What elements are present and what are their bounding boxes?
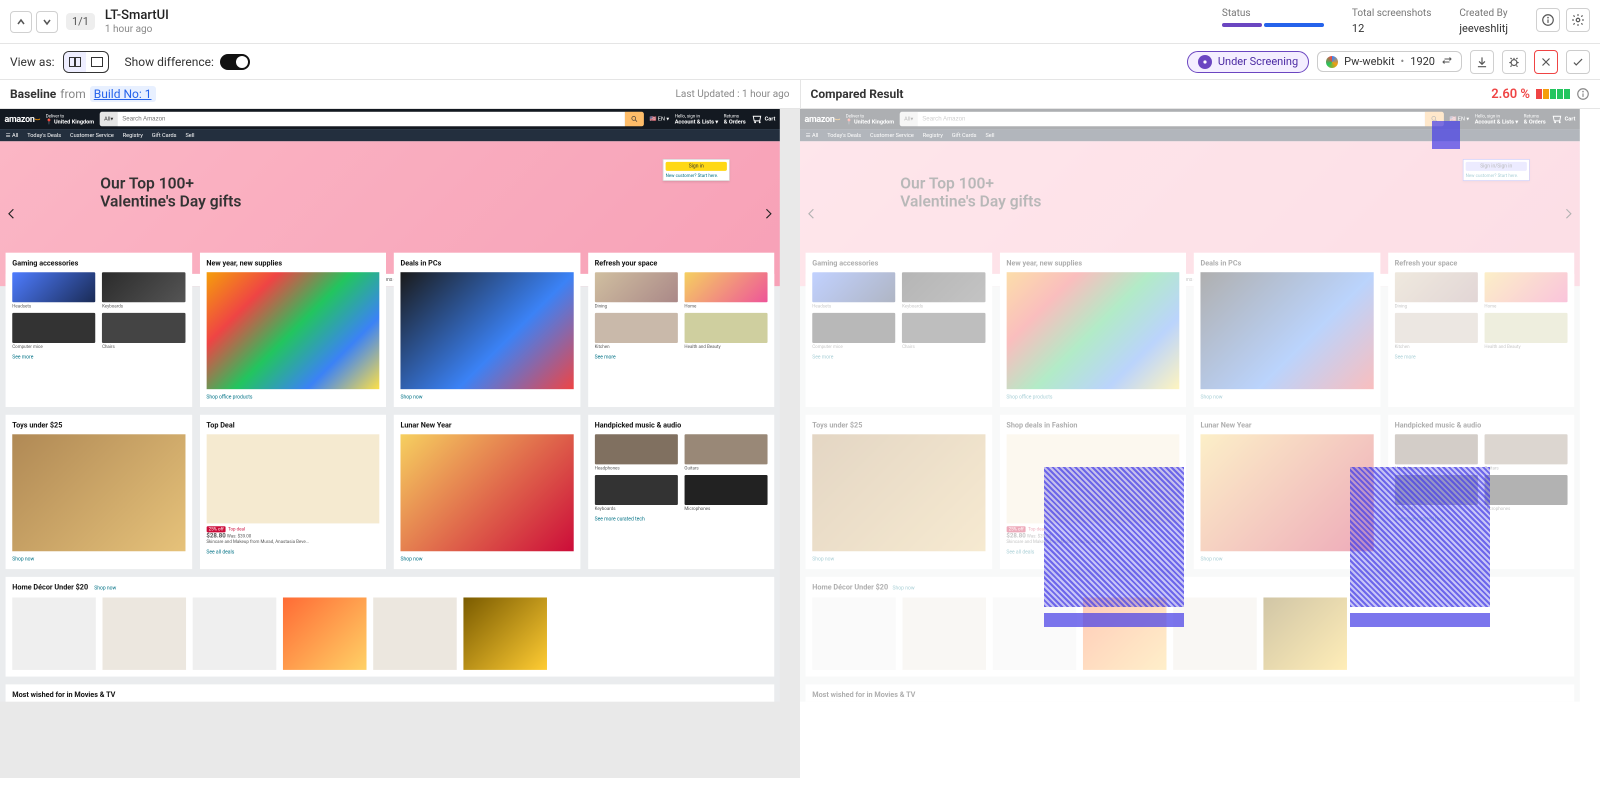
- card-lunar: Lunar New Year Shop now: [394, 415, 580, 569]
- next-build-button[interactable]: [36, 11, 58, 33]
- amz-topnav: amazon⌣ Deliver to 📍 United Kingdom All …: [0, 109, 780, 129]
- created-by-value: jeeveshlitj: [1459, 22, 1508, 35]
- build-counter: 1/1: [66, 13, 95, 30]
- row-movies: Most wished for in Movies & TV: [6, 684, 775, 701]
- card-supplies: New year, new supplies Shop office produ…: [200, 253, 386, 407]
- screenshots-value: 12: [1352, 22, 1431, 35]
- status-progress: [1222, 23, 1324, 27]
- screening-status-text: Under Screening: [1218, 55, 1298, 68]
- popover-new-customer[interactable]: New customer? Start here.: [666, 173, 727, 178]
- amz-returns[interactable]: Returns& Orders: [724, 113, 746, 125]
- amz-deliver[interactable]: Deliver to 📍 United Kingdom: [46, 113, 94, 125]
- amz-page-compared: amazon⌣ Deliver to📍 United Kingdom All ▾…: [800, 109, 1580, 702]
- view-as-label: View as:: [10, 55, 55, 69]
- build-header: 1/1 LT-SmartUI 1 hour ago Status Total s…: [0, 0, 1600, 44]
- amz-search-category[interactable]: All ▾: [100, 112, 118, 126]
- settings-button[interactable]: [1566, 8, 1590, 32]
- card-pcs: Deals in PCs Shop now: [394, 253, 580, 407]
- created-by-meta: Created By jeeveshlitj: [1459, 8, 1508, 35]
- baseline-label: Baseline: [10, 87, 56, 101]
- compared-pane[interactable]: amazon⌣ Deliver to📍 United Kingdom All ▾…: [800, 109, 1600, 778]
- prev-build-button[interactable]: [10, 11, 32, 33]
- show-diff-label: Show difference:: [125, 55, 214, 69]
- baseline-pane[interactable]: amazon⌣ Deliver to 📍 United Kingdom All …: [0, 109, 800, 778]
- browser-name: Pw-webkit: [1344, 55, 1394, 68]
- baseline-header: Baseline from Build No: 1 Last Updated :…: [0, 80, 800, 108]
- screenshots-meta: Total screenshots 12: [1352, 8, 1431, 35]
- single-view-icon[interactable]: [86, 52, 108, 72]
- browser-icon: [1326, 56, 1338, 68]
- amz-cart[interactable]: Cart: [751, 113, 775, 124]
- hero-headline: Our Top 100+Valentine's Day gifts: [100, 175, 241, 211]
- card-grid: Gaming accessories Headsets Keyboards Co…: [0, 253, 780, 569]
- amz-subnav: ☰ All Today's Deals Customer Service Reg…: [0, 129, 780, 141]
- info-button[interactable]: [1536, 8, 1560, 32]
- search-icon: [631, 115, 639, 123]
- hero-prev[interactable]: [3, 203, 20, 225]
- build-age: 1 hour ago: [105, 24, 169, 35]
- card-topdeal: Top Deal 25% offTop deal $28.80 Was: $39…: [200, 415, 386, 569]
- viewport-width: 1920: [1410, 55, 1435, 68]
- nav-registry[interactable]: Registry: [123, 132, 143, 138]
- compared-header: Compared Result 2.60 %: [801, 80, 1600, 108]
- amz-lang[interactable]: 🇺🇸 EN ▾: [649, 116, 669, 122]
- reject-button[interactable]: [1534, 50, 1558, 74]
- screening-status-pill[interactable]: Under Screening: [1187, 51, 1309, 73]
- baseline-updated: Last Updated : 1 hour ago: [676, 89, 790, 100]
- created-by-label: Created By: [1459, 8, 1508, 19]
- info-icon[interactable]: [1576, 87, 1590, 101]
- nav-giftcards[interactable]: Gift Cards: [152, 132, 177, 138]
- amz-search-input[interactable]: [118, 112, 625, 126]
- nav-deals[interactable]: Today's Deals: [27, 132, 61, 138]
- compare-toolbar: View as: Show difference: Under Screenin…: [0, 44, 1600, 80]
- browser-viewport-selector[interactable]: Pw-webkit • 1920: [1317, 51, 1462, 72]
- nav-sell[interactable]: Sell: [185, 132, 194, 138]
- amz-search-button[interactable]: [625, 112, 644, 126]
- compare-header: Baseline from Build No: 1 Last Updated :…: [0, 80, 1600, 109]
- hero-next[interactable]: [760, 203, 777, 225]
- card-refresh: Refresh your space Dining Home Kitchen H…: [588, 253, 774, 407]
- compared-label: Compared Result: [811, 87, 904, 101]
- nav-all[interactable]: ☰ All: [6, 132, 19, 138]
- download-button[interactable]: [1470, 50, 1494, 74]
- signin-popover-diff: Sign in/Sign in New customer? Start here…: [1463, 159, 1530, 181]
- show-diff-toggle[interactable]: [220, 54, 250, 70]
- amz-search: All ▾: [100, 112, 644, 126]
- card-music: Handpicked music & audio Headphones Guit…: [588, 415, 774, 569]
- popover-signin-button[interactable]: Sign in: [666, 162, 727, 171]
- baseline-build-link[interactable]: Build No: 1: [90, 86, 156, 102]
- view-mode-toggle[interactable]: [63, 51, 109, 73]
- swap-icon: [1441, 56, 1453, 68]
- diff-percentage: 2.60 %: [1491, 87, 1530, 102]
- build-title: LT-SmartUI: [105, 8, 169, 23]
- card-gaming: Gaming accessories Headsets Keyboards Co…: [6, 253, 192, 407]
- bug-button[interactable]: [1502, 50, 1526, 74]
- baseline-from: from: [60, 87, 86, 101]
- card-toys: Toys under $25 Shop now: [6, 415, 192, 569]
- signin-popover: Sign in New customer? Start here.: [663, 159, 730, 181]
- cart-icon: [751, 113, 762, 124]
- amz-page: amazon⌣ Deliver to 📍 United Kingdom All …: [0, 109, 780, 702]
- approve-button[interactable]: [1566, 50, 1590, 74]
- nav-cs[interactable]: Customer Service: [70, 132, 114, 138]
- row-home-decor: Home Décor Under $20 Shop now: [6, 577, 775, 677]
- screenshots-label: Total screenshots: [1352, 8, 1431, 19]
- card-link[interactable]: See more: [12, 355, 185, 361]
- eye-icon: [1198, 55, 1212, 69]
- status-label: Status: [1222, 8, 1324, 19]
- diff-severity-bars: [1536, 89, 1570, 99]
- amz-logo[interactable]: amazon⌣: [4, 113, 40, 124]
- amz-account[interactable]: Hello, sign in Account & Lists ▾: [675, 113, 719, 125]
- compare-panes: amazon⌣ Deliver to 📍 United Kingdom All …: [0, 109, 1600, 778]
- status-meta: Status: [1222, 8, 1324, 27]
- side-by-side-icon[interactable]: [64, 52, 86, 72]
